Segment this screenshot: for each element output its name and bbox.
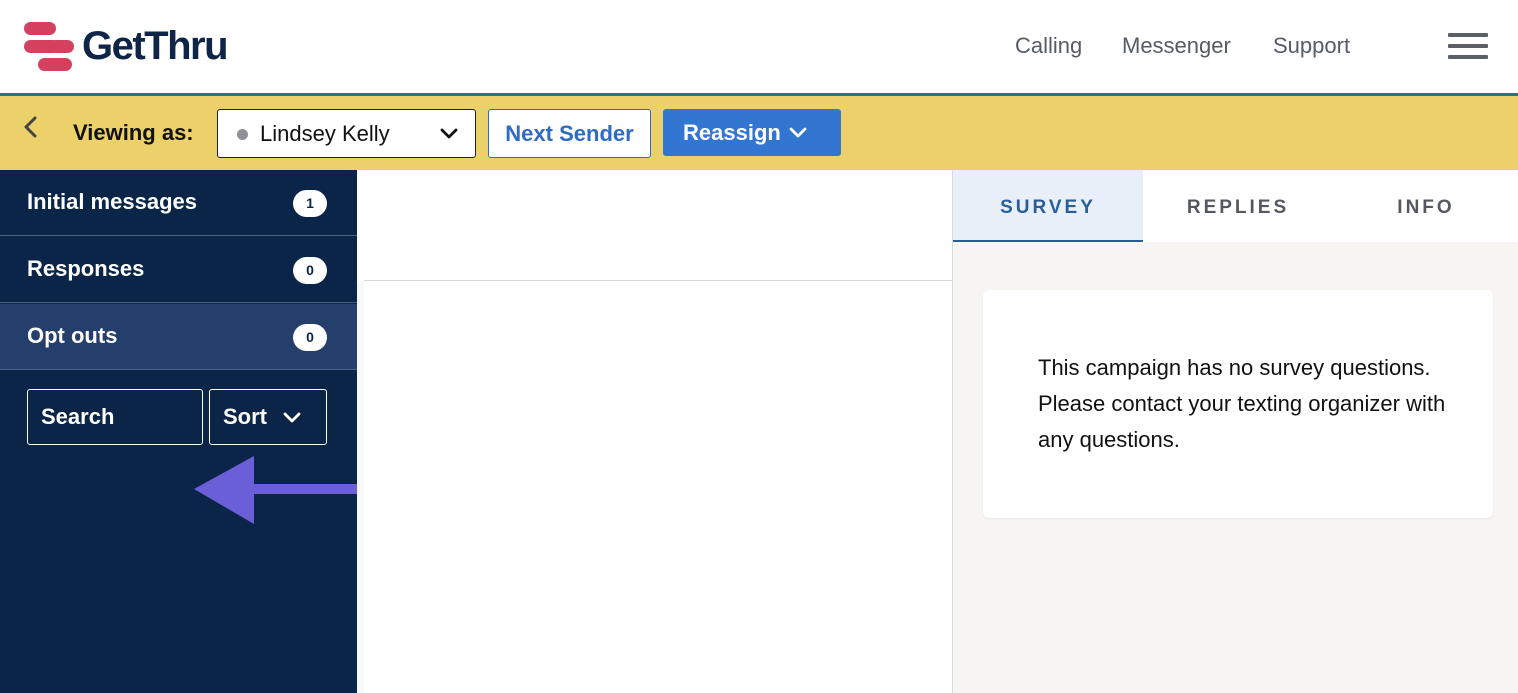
sender-select[interactable]: Lindsey Kelly xyxy=(217,109,476,158)
reassign-label: Reassign xyxy=(683,120,781,145)
nav-messenger[interactable]: Messenger xyxy=(1122,32,1231,60)
tab-info[interactable]: INFO xyxy=(1333,170,1518,242)
sidebar-item-initial-messages[interactable]: Initial messages 1 xyxy=(0,170,357,236)
sort-label: Sort xyxy=(223,404,267,429)
viewing-as-label: Viewing as: xyxy=(73,120,194,145)
chevron-down-icon xyxy=(789,127,807,138)
nav-support[interactable]: Support xyxy=(1273,32,1350,60)
tab-survey[interactable]: SURVEY xyxy=(953,170,1143,242)
conversation-pane xyxy=(357,170,952,693)
nav-calling[interactable]: Calling xyxy=(1015,32,1082,60)
count-badge: 0 xyxy=(293,257,327,284)
conversation-sidebar: Initial messages 1 Responses 0 Opt outs … xyxy=(0,170,357,693)
hamburger-menu-icon[interactable] xyxy=(1448,33,1488,59)
count-badge: 0 xyxy=(293,324,327,351)
viewing-toolbar: Viewing as: Lindsey Kelly Next Sender Re… xyxy=(0,96,1518,170)
sidebar-item-label: Opt outs xyxy=(27,323,118,348)
next-sender-button[interactable]: Next Sender xyxy=(488,109,651,158)
sidebar-item-opt-outs[interactable]: Opt outs 0 xyxy=(0,304,357,370)
logo-text: GetThru xyxy=(82,24,229,68)
count-badge: 1 xyxy=(293,190,327,217)
survey-card: This campaign has no survey questions. P… xyxy=(983,290,1493,518)
sidebar-item-label: Responses xyxy=(27,256,145,281)
no-survey-message: This campaign has no survey questions. P… xyxy=(1038,355,1446,452)
sidebar-item-responses[interactable]: Responses 0 xyxy=(0,237,357,303)
top-navigation: GetThru Calling Messenger Support xyxy=(0,0,1518,93)
search-button[interactable]: Search xyxy=(27,389,203,445)
chevron-down-icon xyxy=(283,412,301,423)
details-panel: SURVEY REPLIES INFO This campaign has no… xyxy=(952,170,1518,693)
sort-button[interactable]: Sort xyxy=(209,389,327,445)
details-tabs: SURVEY REPLIES INFO xyxy=(953,170,1518,242)
sender-name: Lindsey Kelly xyxy=(260,121,390,146)
left-arrow-icon xyxy=(194,456,374,524)
status-dot-icon xyxy=(237,129,248,140)
gethru-logo[interactable]: GetThru xyxy=(22,20,229,72)
back-chevron-icon[interactable] xyxy=(18,112,44,142)
divider xyxy=(364,280,952,281)
tab-replies[interactable]: REPLIES xyxy=(1143,170,1333,242)
pane-edge xyxy=(357,281,364,693)
chevron-down-icon xyxy=(440,128,458,139)
reassign-button[interactable]: Reassign xyxy=(663,109,841,156)
logo-mark-icon xyxy=(24,22,74,71)
sidebar-item-label: Initial messages xyxy=(27,189,197,214)
